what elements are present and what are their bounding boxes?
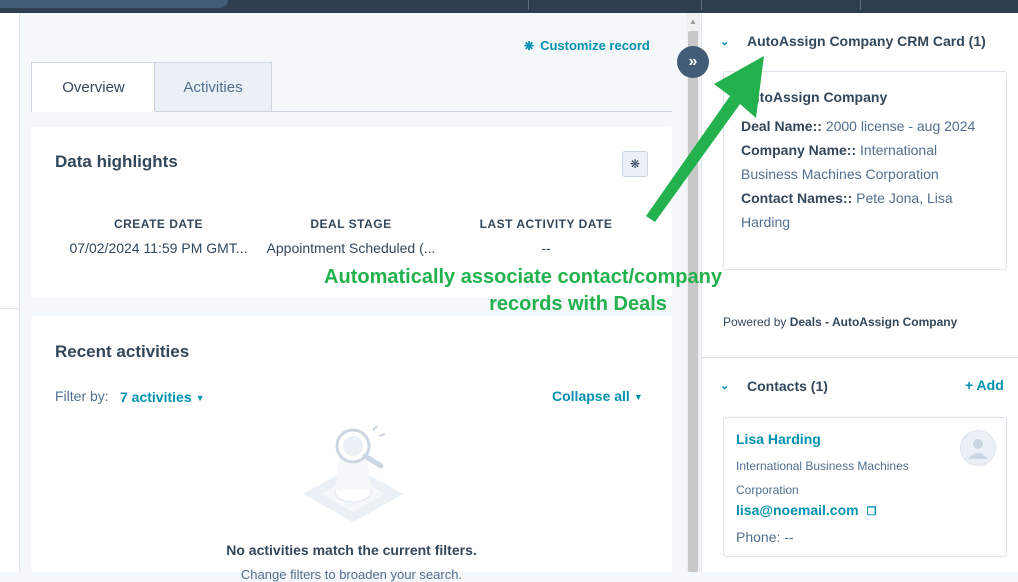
- left-panel-edge: [0, 13, 20, 572]
- tab-activities[interactable]: Activities: [154, 62, 272, 111]
- autoassign-details: Deal Name:: 2000 license - aug 2024 Comp…: [741, 114, 991, 234]
- contact-names-label: Contact Names::: [741, 190, 853, 206]
- highlight-last-activity: LAST ACTIVITY DATE --: [446, 217, 646, 256]
- customize-record-link[interactable]: ❋ Customize record: [524, 38, 650, 53]
- autoassign-card-title[interactable]: AutoAssign Company CRM Card (1): [747, 33, 986, 49]
- customize-record-label: Customize record: [540, 38, 650, 53]
- copy-icon[interactable]: ❐: [867, 506, 877, 518]
- highlight-create-date: CREATE DATE 07/02/2024 11:59 PM GMT...: [61, 217, 256, 256]
- nav-separator: [860, 0, 861, 10]
- powered-by-text: Powered by Deals - AutoAssign Company: [723, 315, 957, 329]
- chevron-down-icon[interactable]: ⌄: [720, 379, 729, 392]
- chevron-down-icon: ▼: [195, 393, 205, 404]
- avatar: [960, 430, 996, 466]
- highlight-header: DEAL STAGE: [310, 217, 392, 231]
- powered-by-app: Deals - AutoAssign Company: [789, 315, 958, 329]
- filter-label: Filter by:: [55, 388, 109, 404]
- record-tabs: Overview Activities: [31, 62, 672, 112]
- chevron-down-icon[interactable]: ⌄: [720, 35, 729, 48]
- annotation-line-2: records with Deals: [489, 293, 667, 315]
- nav-separator: [701, 0, 702, 10]
- autoassign-company-name: AutoAssign Company: [741, 89, 888, 105]
- contact-email-link[interactable]: lisa@noemail.com: [736, 502, 859, 518]
- autoassign-card: AutoAssign Company Deal Name:: 2000 lice…: [723, 71, 1007, 270]
- annotation-line-1: Automatically associate contact/company: [324, 266, 722, 288]
- top-nav-bar: [0, 0, 1018, 13]
- contact-email: lisa@noemail.com ❐: [736, 502, 876, 518]
- deal-name-value: 2000 license - aug 2024: [825, 118, 976, 134]
- scroll-up-icon[interactable]: ▲: [689, 17, 697, 26]
- avatar-icon: [968, 439, 988, 459]
- recent-activities-card: Recent activities Filter by: 7 activitie…: [31, 316, 672, 582]
- contacts-section-title[interactable]: Contacts (1): [747, 378, 828, 394]
- contact-name-link[interactable]: Lisa Harding: [736, 431, 821, 447]
- data-highlights-title: Data highlights: [55, 152, 178, 171]
- highlight-value: 07/02/2024 11:59 PM GMT...: [69, 240, 248, 256]
- contact-company: International Business Machines Corporat…: [736, 459, 909, 497]
- magnifier-illustration: [303, 426, 403, 522]
- expand-icon[interactable]: »: [677, 46, 709, 78]
- add-contact-button[interactable]: + Add: [965, 377, 1004, 393]
- annotation-text: Automatically associate contact/company …: [300, 264, 746, 318]
- company-name-label: Company Name::: [741, 142, 857, 158]
- chevron-down-icon: ▼: [633, 392, 643, 403]
- recent-activities-title: Recent activities: [55, 342, 190, 361]
- contact-phone: Phone: --: [736, 529, 794, 545]
- gear-icon: ❋: [524, 38, 535, 53]
- collapse-all-label: Collapse all: [552, 388, 630, 404]
- empty-state-title: No activities match the current filters.: [226, 542, 477, 558]
- collapse-all-dropdown[interactable]: Collapse all ▼: [552, 388, 643, 404]
- activity-filter-label: 7 activities: [120, 389, 192, 405]
- highlight-header: LAST ACTIVITY DATE: [479, 217, 613, 231]
- nav-separator: [528, 0, 529, 10]
- highlight-header: CREATE DATE: [113, 217, 204, 231]
- right-sidebar: ⌄ AutoAssign Company CRM Card (1) AutoAs…: [701, 13, 1018, 572]
- highlight-value: --: [541, 240, 551, 256]
- top-nav-tab[interactable]: [0, 0, 228, 8]
- empty-state-subtitle: Change filters to broaden your search.: [240, 567, 463, 582]
- contact-card: Lisa Harding International Business Mach…: [723, 417, 1007, 557]
- activity-filter-dropdown[interactable]: 7 activities ▼: [120, 389, 205, 405]
- highlight-deal-stage: DEAL STAGE Appointment Scheduled (...: [256, 217, 446, 256]
- deal-name-label: Deal Name::: [741, 118, 822, 134]
- highlight-value: Appointment Scheduled (...: [266, 240, 436, 256]
- gear-icon[interactable]: ❋: [622, 151, 648, 177]
- tab-overview[interactable]: Overview: [31, 62, 156, 112]
- section-divider: [702, 357, 1018, 358]
